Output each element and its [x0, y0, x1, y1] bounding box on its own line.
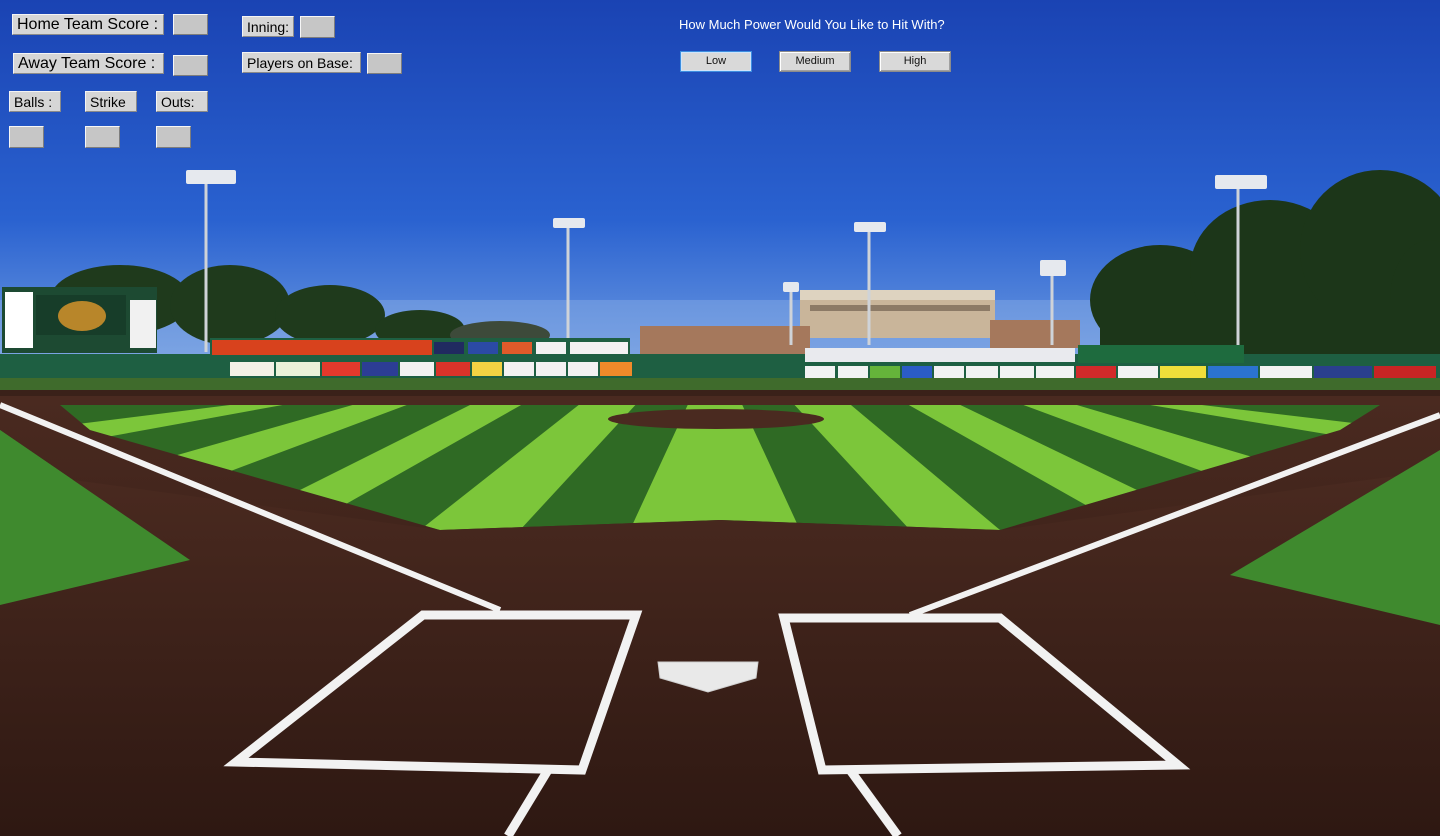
away-team-score-field [173, 55, 208, 76]
stadium-scoreboard [2, 287, 157, 353]
power-high-button[interactable]: High [879, 51, 951, 72]
balls-label: Balls : [9, 91, 61, 112]
strike-field [85, 126, 120, 148]
players-on-base-label: Players on Base: [242, 52, 361, 73]
pitchers-mound [608, 409, 824, 429]
power-prompt: How Much Power Would You Like to Hit Wit… [679, 17, 945, 32]
outs-field [156, 126, 191, 148]
inning-label: Inning: [242, 16, 294, 37]
strike-label: Strike [85, 91, 137, 112]
power-low-button[interactable]: Low [680, 51, 752, 72]
game-screen: Home Team Score : Away Team Score : Inni… [0, 0, 1440, 836]
inning-field [300, 16, 335, 38]
balls-field [9, 126, 44, 148]
players-on-base-field [367, 53, 402, 74]
baseball-field-background [0, 0, 1440, 836]
home-team-score-field [173, 14, 208, 35]
away-team-score-label: Away Team Score : [13, 53, 164, 74]
power-medium-button[interactable]: Medium [779, 51, 851, 72]
home-team-score-label: Home Team Score : [12, 14, 164, 35]
outs-label: Outs: [156, 91, 208, 112]
